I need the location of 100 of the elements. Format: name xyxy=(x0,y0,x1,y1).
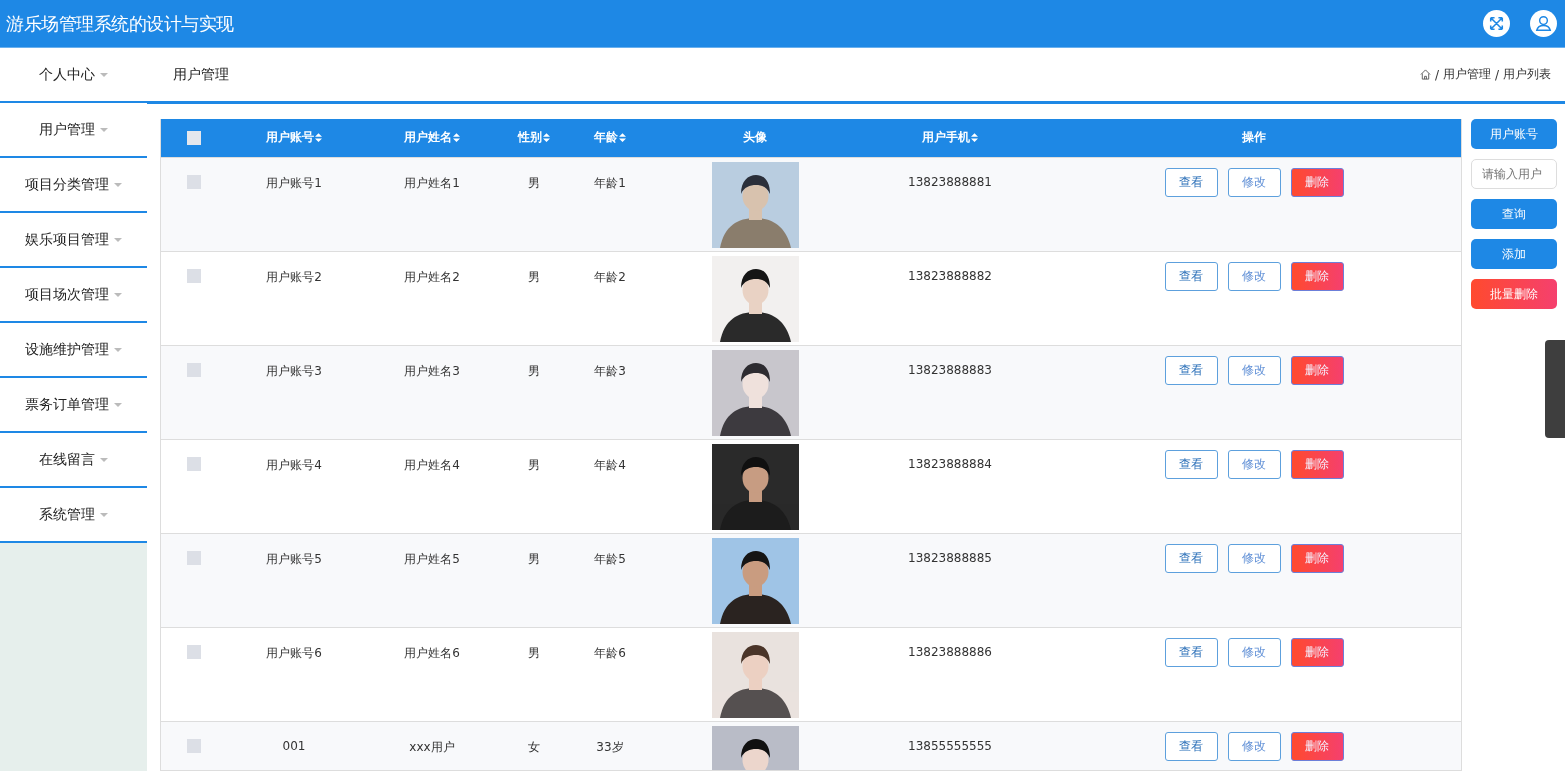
table-cell: 男 xyxy=(528,644,540,662)
table-cell: 男 xyxy=(528,268,540,286)
checkbox[interactable] xyxy=(187,174,201,189)
table-cell: 13855555555 xyxy=(908,738,992,753)
column-header[interactable]: 用户账号 xyxy=(266,129,322,147)
column-header[interactable]: 用户姓名 xyxy=(404,129,460,147)
checkbox[interactable] xyxy=(187,738,201,753)
view-button[interactable]: 查看 xyxy=(1164,449,1218,479)
edit-button[interactable]: 修改 xyxy=(1227,355,1281,385)
column-header: 操作 xyxy=(1242,129,1266,147)
checkbox[interactable] xyxy=(187,550,201,565)
table-cell: 男 xyxy=(528,456,540,474)
checkbox[interactable] xyxy=(187,362,201,377)
view-button[interactable]: 查看 xyxy=(1164,637,1218,667)
caret-icon xyxy=(100,127,108,132)
sidebar-item[interactable]: 项目分类管理 xyxy=(0,158,147,213)
action-button[interactable]: 添加 xyxy=(1471,239,1557,269)
table-cell: 用户姓名3 xyxy=(404,362,460,380)
edit-button[interactable]: 修改 xyxy=(1227,637,1281,667)
sidebar-item[interactable]: 票务订单管理 xyxy=(0,378,147,433)
menu-label: 娱乐项目管理 xyxy=(25,230,109,249)
delete-button[interactable]: 删除 xyxy=(1290,449,1344,479)
edit-button[interactable]: 修改 xyxy=(1227,449,1281,479)
table-cell: 男 xyxy=(528,550,540,568)
checkbox[interactable] xyxy=(187,456,201,471)
table-cell: xxx用户 xyxy=(409,738,455,756)
menu-label: 个人中心 xyxy=(39,65,95,84)
delete-button[interactable]: 删除 xyxy=(1290,355,1344,385)
table-cell: 女 xyxy=(528,738,540,756)
home-icon[interactable] xyxy=(1419,69,1431,80)
menu-label: 用户管理 xyxy=(39,120,95,139)
table-cell: 用户账号2 xyxy=(266,268,322,286)
page-title: 用户管理 xyxy=(173,65,229,84)
delete-button[interactable]: 删除 xyxy=(1290,637,1344,667)
table-cell: 13823888881 xyxy=(908,174,992,189)
table-cell: 用户姓名1 xyxy=(404,174,460,192)
caret-icon xyxy=(100,72,108,77)
fullscreen-icon[interactable] xyxy=(1483,10,1510,37)
table-cell: 用户账号3 xyxy=(266,362,322,380)
table-cell: 年龄1 xyxy=(594,174,626,192)
caret-icon xyxy=(114,292,122,297)
table-cell: 男 xyxy=(528,174,540,192)
batch-delete-button[interactable]: 批量删除 xyxy=(1471,279,1557,309)
menu-label: 票务订单管理 xyxy=(25,395,109,414)
edit-button[interactable]: 修改 xyxy=(1227,167,1281,197)
table-cell: 13823888884 xyxy=(908,456,992,471)
delete-button[interactable]: 删除 xyxy=(1290,731,1344,761)
sidebar-item[interactable]: 在线留言 xyxy=(0,433,147,488)
checkbox[interactable] xyxy=(187,268,201,283)
sidebar-item[interactable]: 设施维护管理 xyxy=(0,323,147,378)
delete-button[interactable]: 删除 xyxy=(1290,261,1344,291)
sidebar-item[interactable]: 个人中心 xyxy=(0,48,147,103)
sidebar-item[interactable]: 项目场次管理 xyxy=(0,268,147,323)
app-title: 游乐场管理系统的设计与实现 xyxy=(6,11,234,36)
caret-icon xyxy=(114,347,122,352)
edit-button[interactable]: 修改 xyxy=(1227,261,1281,291)
side-handle[interactable] xyxy=(1545,340,1565,438)
view-button[interactable]: 查看 xyxy=(1164,543,1218,573)
table-cell: 33岁 xyxy=(596,738,624,756)
sort-icon[interactable] xyxy=(971,133,978,143)
table-cell: 13823888883 xyxy=(908,362,992,377)
menu-label: 项目场次管理 xyxy=(25,285,109,304)
table-cell: 用户姓名6 xyxy=(404,644,460,662)
breadcrumb-link[interactable]: 用户管理 xyxy=(1442,66,1491,83)
table-cell: 年龄6 xyxy=(594,644,626,662)
breadcrumb-separator: / xyxy=(1434,67,1439,82)
menu-label: 项目分类管理 xyxy=(25,175,109,194)
view-button[interactable]: 查看 xyxy=(1164,355,1218,385)
table-cell: 男 xyxy=(528,362,540,380)
action-button[interactable]: 查询 xyxy=(1471,199,1557,229)
table-cell: 用户账号5 xyxy=(266,550,322,568)
caret-icon xyxy=(100,457,108,462)
sidebar-item[interactable]: 用户管理 xyxy=(0,103,147,158)
search-field[interactable]: 请输入用户 xyxy=(1471,159,1557,189)
column-header[interactable]: 年龄 xyxy=(594,129,626,147)
table-cell: 年龄4 xyxy=(594,456,626,474)
sort-icon[interactable] xyxy=(453,133,460,143)
sort-icon[interactable] xyxy=(619,133,626,143)
sort-icon[interactable] xyxy=(543,133,550,143)
table-cell: 年龄2 xyxy=(594,268,626,286)
checkbox[interactable] xyxy=(187,644,201,659)
delete-button[interactable]: 删除 xyxy=(1290,543,1344,573)
view-button[interactable]: 查看 xyxy=(1164,167,1218,197)
checkbox[interactable] xyxy=(187,130,201,145)
caret-icon xyxy=(100,512,108,517)
sort-icon[interactable] xyxy=(315,133,322,143)
view-button[interactable]: 查看 xyxy=(1164,261,1218,291)
table-cell: 13823888882 xyxy=(908,268,992,283)
column-header[interactable]: 用户手机 xyxy=(922,129,978,147)
user-icon[interactable] xyxy=(1530,10,1557,37)
table-cell: 年龄3 xyxy=(594,362,626,380)
delete-button[interactable]: 删除 xyxy=(1290,167,1344,197)
edit-button[interactable]: 修改 xyxy=(1227,731,1281,761)
column-header: 头像 xyxy=(743,129,767,147)
view-button[interactable]: 查看 xyxy=(1164,731,1218,761)
edit-button[interactable]: 修改 xyxy=(1227,543,1281,573)
table-cell: 用户姓名4 xyxy=(404,456,460,474)
table-cell: 用户账号6 xyxy=(266,644,322,662)
field-label-button[interactable]: 用户账号 xyxy=(1471,119,1557,149)
sidebar-item[interactable]: 娱乐项目管理 xyxy=(0,213,147,268)
